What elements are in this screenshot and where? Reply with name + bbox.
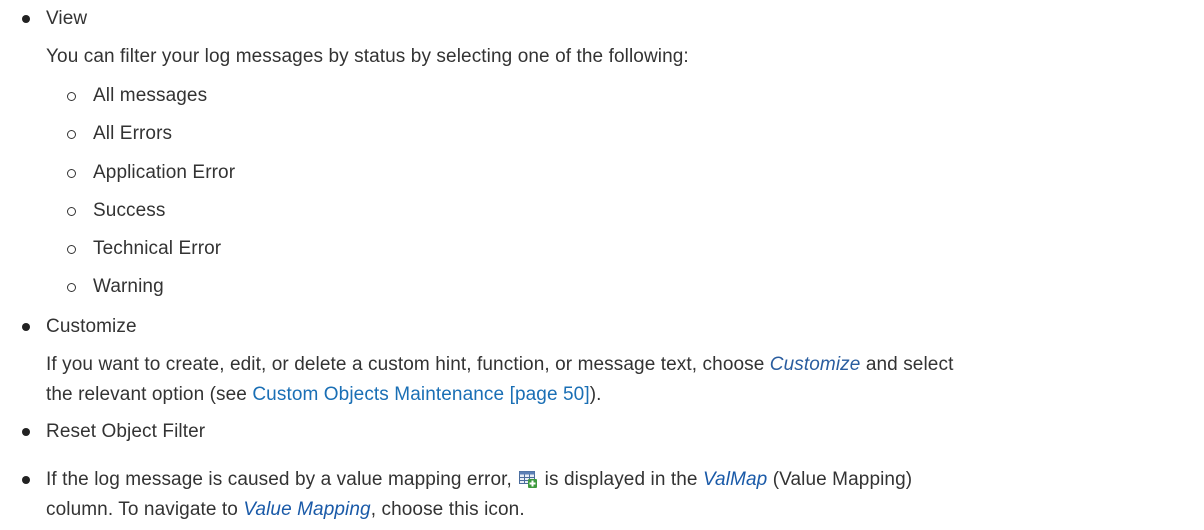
bullet-marker xyxy=(22,428,30,436)
sub-bullet-marker xyxy=(67,283,76,292)
view-description: You can filter your log messages by stat… xyxy=(46,46,689,67)
view-option: Technical Error xyxy=(93,238,222,259)
view-title: View xyxy=(46,8,88,29)
valmap-line-2: column. To navigate to Value Mapping, ch… xyxy=(46,499,525,520)
sub-bullet-marker xyxy=(67,130,76,139)
sub-bullet-marker xyxy=(67,207,76,216)
customize-line-2: the relevant option (see Custom Objects … xyxy=(46,384,602,405)
sub-bullet-marker xyxy=(67,169,76,178)
customize-emphasis: Customize xyxy=(769,354,861,375)
custom-objects-maintenance-link[interactable]: Custom Objects Maintenance [page 50] xyxy=(252,384,589,405)
view-option: All Errors xyxy=(93,123,173,144)
view-option: Warning xyxy=(93,276,164,297)
bullet-marker xyxy=(22,476,30,484)
value-mapping-emphasis: Value Mapping xyxy=(243,499,371,520)
valmap-column-name: ValMap xyxy=(702,469,768,490)
reset-object-filter-title: Reset Object Filter xyxy=(46,421,206,442)
bullet-marker xyxy=(22,323,30,331)
bullet-marker xyxy=(22,15,30,23)
view-option: All messages xyxy=(93,85,208,106)
sub-bullet-marker xyxy=(67,245,76,254)
view-option: Application Error xyxy=(93,162,236,183)
view-option: Success xyxy=(93,200,166,221)
customize-line-1: If you want to create, edit, or delete a… xyxy=(46,354,954,375)
document-page: View You can filter your log messages by… xyxy=(0,0,1204,530)
sub-bullet-marker xyxy=(67,92,76,101)
valmap-line-1: If the log message is caused by a value … xyxy=(46,469,913,490)
value-mapping-icon xyxy=(519,471,538,488)
customize-title: Customize xyxy=(46,316,137,337)
